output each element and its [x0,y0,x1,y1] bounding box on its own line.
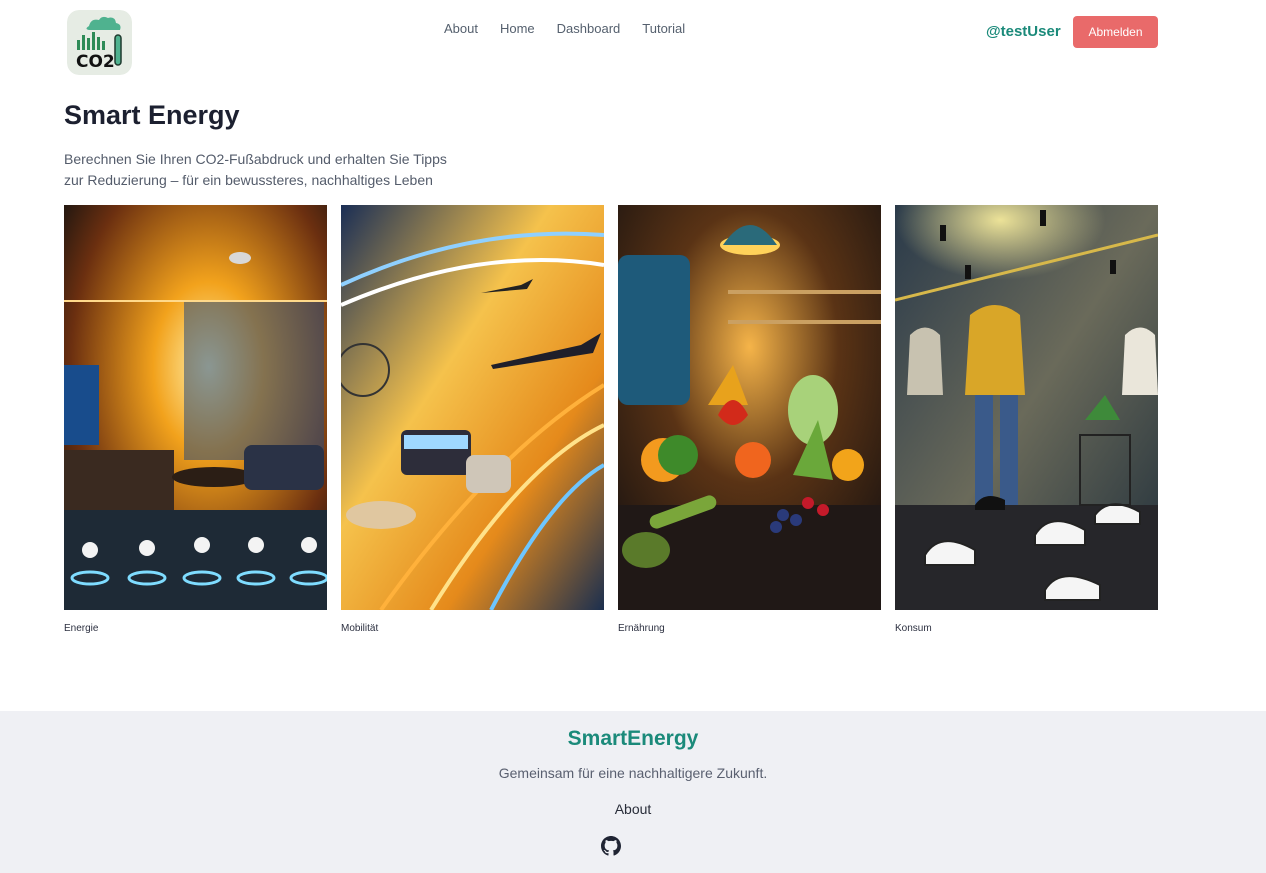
category-label: Konsum [895,623,932,634]
page-subtitle: Berechnen Sie Ihren CO2-Fußabdruck und e… [64,149,484,191]
mobilitaet-image [341,205,604,610]
subtitle-line-1: Berechnen Sie Ihren CO2-Fußabdruck und e… [64,151,447,167]
user-profile-link[interactable]: @testUser [986,23,1061,40]
nav-about[interactable]: About [444,21,478,37]
footer-tagline: Gemeinsam für eine nachhaltigere Zukunft… [498,765,768,781]
ernaehrung-image [618,205,881,610]
category-card-energie[interactable]: Energie [64,205,327,634]
logo[interactable]: CO2 [67,10,132,75]
logo-text: CO2 [76,52,115,72]
category-label: Ernährung [618,623,665,634]
footer-brand: SmartEnergy [567,727,699,750]
subtitle-line-2: zur Reduzierung – für ein bewussteres, n… [64,172,433,188]
energie-image [64,205,327,610]
category-label: Energie [64,623,99,634]
category-card-konsum[interactable]: Konsum [895,205,1158,634]
page-title: Smart Energy [64,100,240,130]
category-label: Mobilität [341,623,379,634]
category-card-ernaehrung[interactable]: Ernährung [618,205,881,634]
nav-home[interactable]: Home [500,21,535,37]
nav-tutorial[interactable]: Tutorial [642,21,685,37]
github-link[interactable] [601,836,621,856]
category-card-mobilitaet[interactable]: Mobilität [341,205,604,634]
github-icon [601,836,621,856]
logout-button[interactable]: Abmelden [1073,16,1158,48]
nav-dashboard[interactable]: Dashboard [557,21,621,37]
category-cards: Energie Mobilität Ernährung Konsum [64,205,1158,634]
co2-logo-icon: CO2 [67,10,132,75]
site-footer: SmartEnergy Gemeinsam für eine nachhalti… [0,711,1266,873]
main-nav: About Home Dashboard Tutorial [444,21,707,37]
konsum-image [895,205,1158,610]
footer-about-link[interactable]: About [0,801,1266,817]
